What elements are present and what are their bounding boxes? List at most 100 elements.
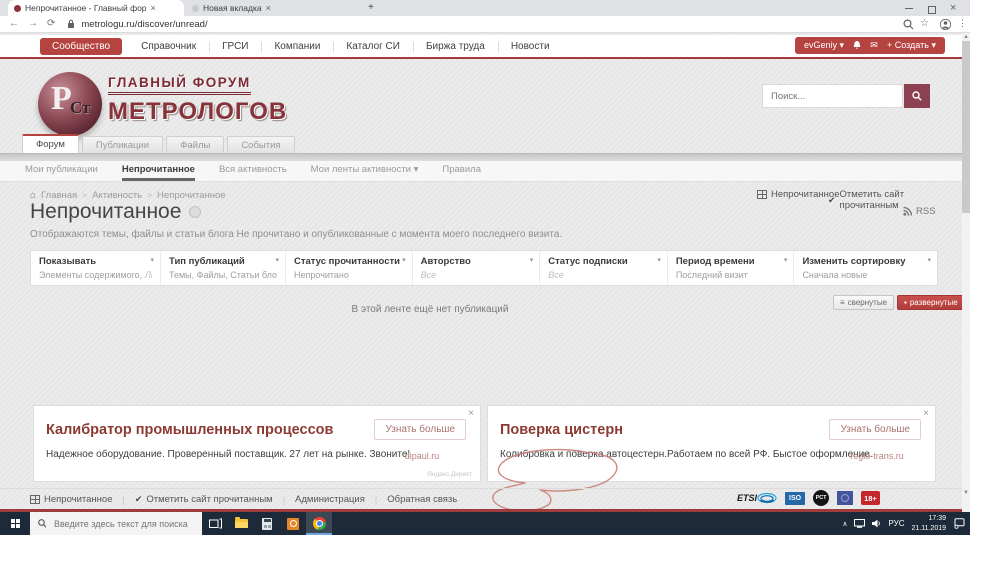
header-divider-line (0, 57, 962, 59)
tab-publications[interactable]: Публикации (82, 136, 163, 153)
notifications-bell-icon[interactable] (853, 41, 861, 50)
chrome-button[interactable] (306, 512, 332, 535)
back-icon[interactable]: ← (9, 19, 19, 29)
filter-subscription-status[interactable]: Статус подписки ▾ Все (540, 251, 668, 285)
site-search-button[interactable] (904, 84, 930, 108)
task-view-button[interactable] (202, 512, 228, 535)
action-mark-site-read[interactable]: ✔ Отметить сайт прочитанным (828, 189, 962, 211)
window-close-button[interactable]: × (950, 1, 956, 15)
calculator-button[interactable] (254, 512, 280, 535)
footer-separator: | (283, 495, 285, 505)
messages-envelope-icon[interactable]: ✉ (870, 40, 878, 51)
tab-forum[interactable]: Форум (22, 134, 79, 153)
tab-events[interactable]: События (227, 136, 294, 153)
iso-logo: ISO (785, 492, 805, 505)
subnav-all-activity[interactable]: Вся активность (219, 161, 287, 181)
filter-authorship[interactable]: Авторство ▾ Все (413, 251, 541, 285)
nav-community-button[interactable]: Сообщество (40, 38, 122, 55)
minimize-icon (905, 8, 913, 9)
footer-unread-link[interactable]: Непрочитанное (30, 494, 113, 505)
start-button[interactable] (0, 512, 30, 535)
nav-companies[interactable]: Компании (261, 41, 333, 52)
footer-administration-link[interactable]: Администрация (295, 494, 365, 505)
footer-feedback-link[interactable]: Обратная связь (387, 494, 457, 505)
display-icon[interactable] (854, 519, 865, 528)
subnav-unread[interactable]: Непрочитанное (122, 161, 195, 181)
taskbar-search-input[interactable] (52, 518, 194, 530)
list-icon: ≡ (840, 298, 845, 307)
filter-time-period[interactable]: Период времени ▾ Последний визит (668, 251, 795, 285)
page-subtitle: Отображаются темы, файлы и статьи блога … (30, 229, 562, 240)
rss-link[interactable]: RSS (903, 206, 936, 217)
file-explorer-button[interactable] (228, 512, 254, 535)
browser-tab-active[interactable]: Непрочитанное - Главный фор × (8, 0, 184, 16)
address-bar[interactable]: metrologu.ru/discover/unread/ (81, 19, 207, 30)
reload-icon[interactable]: ⟳ (47, 19, 55, 29)
nav-news[interactable]: Новости (498, 41, 563, 52)
window-minimize-button[interactable] (905, 1, 913, 15)
close-icon[interactable]: × (468, 408, 474, 419)
ad-banner[interactable]: × Поверка цистерн Колибровка и поверка а… (487, 405, 936, 482)
forward-icon[interactable]: → (28, 19, 38, 29)
lock-icon (67, 19, 75, 29)
site-search-input[interactable] (763, 85, 902, 107)
footer-mark-read-link[interactable]: ✔ Отметить сайт прочитанным (135, 494, 273, 505)
zoom-indicator-icon[interactable] (903, 19, 914, 30)
ad-title[interactable]: Поверка цистерн (500, 422, 623, 438)
volume-icon[interactable] (872, 519, 881, 528)
bookmark-star-icon[interactable]: ☆ (920, 18, 929, 29)
tray-expand-icon[interactable]: ∧ (842, 520, 847, 528)
filter-sort-order[interactable]: Изменить сортировку ▾ Сначала новые (794, 251, 937, 285)
nav-catalog[interactable]: Каталог СИ (333, 41, 413, 52)
filter-show[interactable]: Показывать ▾ Элементы содержимого, Любые… (31, 251, 161, 285)
create-menu[interactable]: + Создать ▾ (887, 40, 936, 51)
check-icon: ✔ (135, 494, 143, 505)
nav-jobs[interactable]: Биржа труда (413, 41, 498, 52)
nav-grsi[interactable]: ГРСИ (209, 41, 261, 52)
chrome-icon (313, 517, 326, 530)
ad-domain-link[interactable]: reglo-trans.ru (833, 451, 921, 461)
username-menu[interactable]: evGeniy ▾ (804, 40, 844, 51)
taskbar-search-box[interactable] (30, 512, 202, 535)
ad-cta-button[interactable]: Узнать больше (374, 419, 466, 440)
browser-tab-title: Непрочитанное - Главный фор (25, 3, 147, 13)
scroll-down-icon[interactable]: ▼ (963, 490, 969, 496)
chevron-down-icon: ▾ (657, 256, 661, 264)
footer-divider (0, 488, 962, 489)
expanded-view-button[interactable]: ▪ развернутые (897, 295, 962, 310)
subnav-my-streams[interactable]: Мои ленты активности ▾ (311, 161, 419, 181)
site-favicon (14, 5, 21, 12)
browser-menu-icon[interactable]: ⋮ (958, 18, 967, 29)
maximize-icon (928, 6, 936, 14)
taskbar-clock[interactable]: 17:39 21.11.2019 (911, 514, 946, 532)
title-badge-icon[interactable] (189, 206, 201, 218)
ad-domain-link[interactable]: dipaul.ru (378, 451, 466, 461)
ad-cta-button[interactable]: Узнать больше (829, 419, 921, 440)
collapsed-view-button[interactable]: ≡ свернутые (833, 295, 894, 310)
empty-feed-message: В этой ленте ещё нет публикаций (0, 304, 860, 315)
outlook-button[interactable] (280, 512, 306, 535)
nav-directory[interactable]: Справочник (128, 41, 209, 52)
ad-title[interactable]: Калибратор промышленных процессов (46, 422, 333, 438)
language-indicator[interactable]: РУС (888, 519, 904, 528)
filter-publication-type[interactable]: Тип публикаций ▾ Темы, Файлы, Статьи бло… (161, 251, 286, 285)
tab-close-icon[interactable]: × (151, 4, 156, 13)
clock-date: 21.11.2019 (911, 524, 946, 533)
tab-close-icon[interactable]: × (266, 4, 271, 13)
filter-read-status[interactable]: Статус прочитанности ▾ Непрочитано (286, 251, 413, 285)
subnav-rules[interactable]: Правила (442, 161, 481, 181)
notification-center-icon[interactable] (953, 518, 965, 529)
scrollbar-thumb[interactable] (962, 41, 970, 213)
site-logo[interactable]: Р Ст (38, 72, 102, 136)
subnav-my-posts[interactable]: Мои публикации (25, 161, 98, 181)
close-icon[interactable]: × (923, 408, 929, 419)
system-tray: ∧ РУС 17:39 21.11.2019 (842, 512, 970, 535)
browser-tab-inactive[interactable]: Новая вкладка × (186, 0, 360, 16)
scroll-up-icon[interactable]: ▲ (963, 34, 969, 40)
tab-files[interactable]: Файлы (166, 136, 224, 153)
page-scrollbar[interactable]: ▲ ▼ (962, 33, 970, 512)
browser-profile-avatar[interactable] (940, 19, 951, 30)
new-tab-button[interactable]: + (368, 2, 374, 13)
ad-banner[interactable]: × Калибратор промышленных процессов Наде… (33, 405, 481, 482)
site-logo-text[interactable]: ГЛАВНЫЙ ФОРУМ МЕТРОЛОГОВ (108, 74, 287, 126)
